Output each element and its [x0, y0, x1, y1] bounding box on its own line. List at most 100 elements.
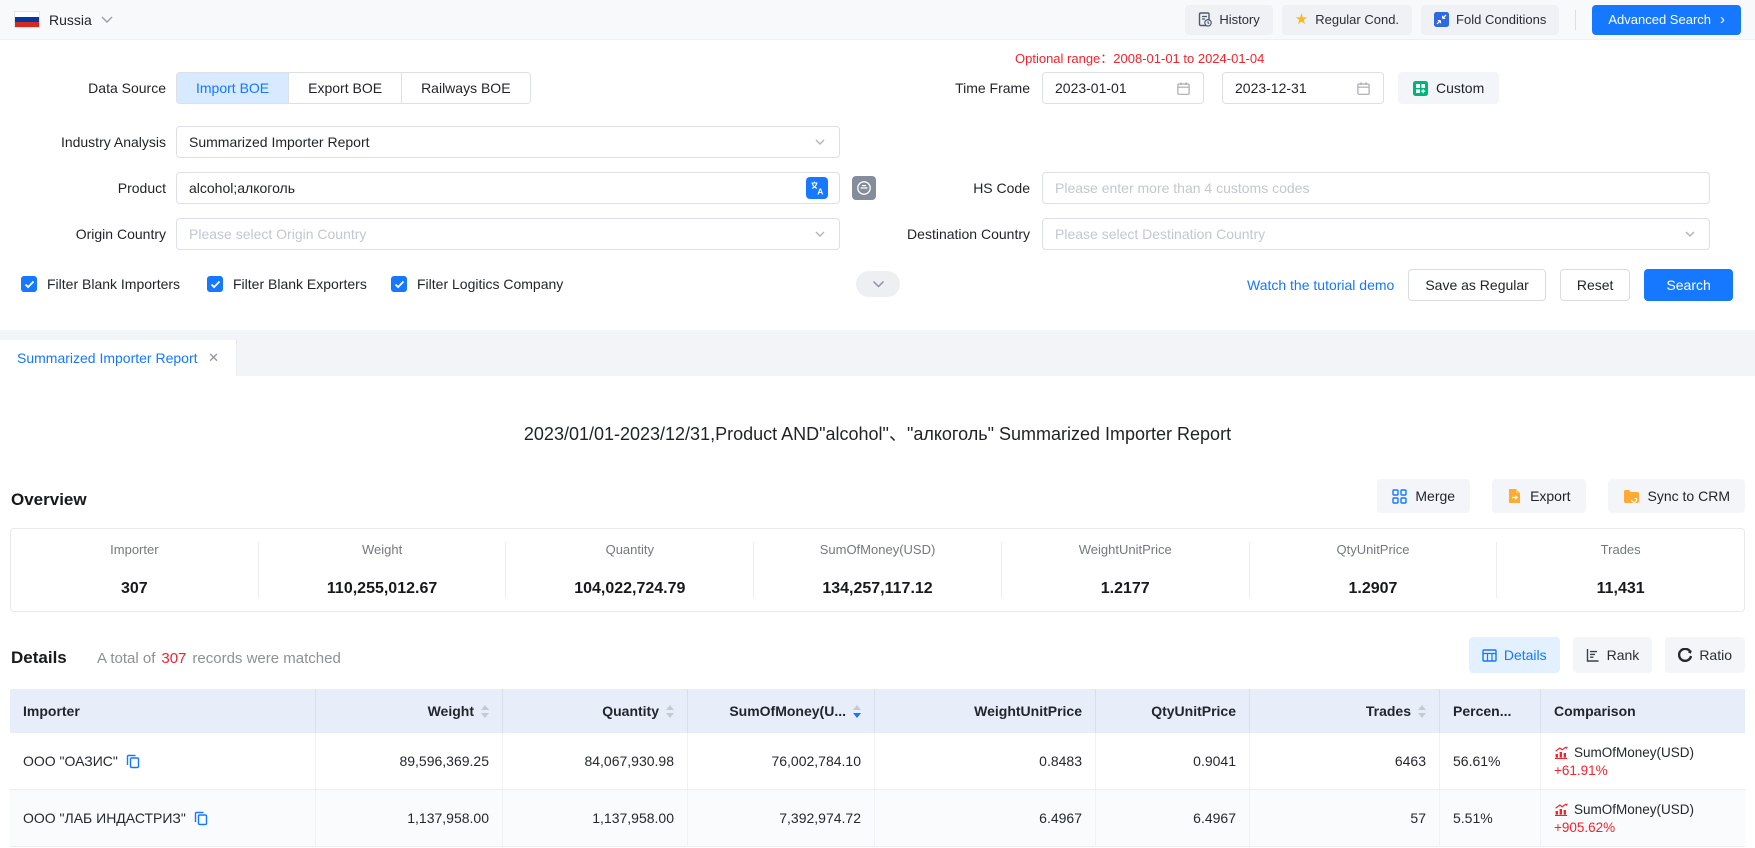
- column-header-trades[interactable]: Trades: [1250, 689, 1440, 733]
- stat-weight: Weight110,255,012.67: [258, 542, 506, 598]
- filter-blank-exporters-checkbox[interactable]: Filter Blank Exporters: [207, 272, 367, 296]
- hs-code-placeholder: Please enter more than 4 customs codes: [1055, 180, 1309, 196]
- hs-code-label: HS Code: [850, 172, 1030, 204]
- stat-quantity: Quantity104,022,724.79: [505, 542, 753, 598]
- hs-code-input[interactable]: Please enter more than 4 customs codes: [1042, 172, 1710, 204]
- custom-icon: [1413, 81, 1428, 96]
- industry-analysis-value: Summarized Importer Report: [189, 134, 370, 150]
- merge-icon: [1392, 489, 1407, 504]
- stat-sum-of-money: SumOfMoney(USD)134,257,117.12: [753, 542, 1001, 598]
- weight-unit-price-cell: 0.8483: [875, 733, 1096, 789]
- advanced-search-label: Advanced Search: [1608, 12, 1711, 27]
- column-header-weight-unit-price: WeightUnitPrice: [875, 689, 1096, 733]
- date-start-input[interactable]: 2023-01-01: [1042, 72, 1204, 104]
- tab-railways-boe[interactable]: Railways BOE: [401, 73, 529, 103]
- view-rank-button[interactable]: Rank: [1573, 637, 1653, 673]
- close-icon[interactable]: ✕: [208, 350, 219, 366]
- export-icon: [1507, 488, 1522, 504]
- save-as-regular-button[interactable]: Save as Regular: [1408, 269, 1546, 301]
- sort-icon[interactable]: [1418, 705, 1426, 718]
- country-name: Russia: [49, 12, 92, 28]
- importer-name[interactable]: ООО "ЛАБ ИНДАСТРИЗ": [23, 810, 186, 826]
- overview-heading: Overview: [11, 490, 87, 510]
- sort-icon-active[interactable]: [853, 705, 861, 718]
- stat-importer: Importer307: [11, 542, 258, 598]
- regular-cond-button[interactable]: ★ Regular Cond.: [1282, 5, 1412, 35]
- translate-icon[interactable]: A: [806, 177, 828, 199]
- search-form: Optional range：2008-01-01 to 2024-01-04 …: [0, 40, 1755, 330]
- importer-name[interactable]: ООО "ОАЗИС": [23, 753, 118, 769]
- date-end-input[interactable]: 2023-12-31: [1222, 72, 1384, 104]
- copy-icon[interactable]: [126, 754, 140, 769]
- custom-label: Custom: [1436, 80, 1484, 96]
- tutorial-link[interactable]: Watch the tutorial demo: [1247, 277, 1394, 293]
- topbar-actions: History ★ Regular Cond. Fold Conditions …: [1185, 5, 1741, 35]
- tab-import-boe[interactable]: Import BOE: [177, 73, 288, 103]
- origin-country-select[interactable]: Please select Origin Country: [176, 218, 840, 250]
- data-source-segmented: Import BOE Export BOE Railways BOE: [176, 72, 531, 104]
- comparison-cell: SumOfMoney(USD) +905.62%: [1541, 790, 1745, 846]
- fold-conditions-button[interactable]: Fold Conditions: [1421, 5, 1559, 35]
- percent-cell: 5.51%: [1440, 790, 1541, 846]
- product-label: Product: [0, 172, 166, 204]
- comparison-metric: SumOfMoney(USD): [1574, 802, 1694, 817]
- column-header-weight[interactable]: Weight: [316, 689, 503, 733]
- merge-button[interactable]: Merge: [1377, 479, 1470, 513]
- industry-analysis-select[interactable]: Summarized Importer Report: [176, 126, 840, 158]
- overview-actions: Merge Export Sync to CRM: [1377, 479, 1745, 513]
- sort-icon[interactable]: [481, 705, 489, 718]
- advanced-search-button[interactable]: Advanced Search ›: [1592, 5, 1741, 35]
- importer-cell[interactable]: ООО "ОАЗИС": [10, 733, 316, 789]
- chevron-right-icon: ›: [1720, 12, 1725, 27]
- view-ratio-label: Ratio: [1699, 647, 1732, 663]
- custom-range-button[interactable]: Custom: [1398, 72, 1499, 104]
- tab-export-boe[interactable]: Export BOE: [288, 73, 401, 103]
- svg-text:A: A: [817, 187, 823, 197]
- stat-trades: Trades11,431: [1496, 542, 1744, 598]
- column-header-quantity[interactable]: Quantity: [503, 689, 688, 733]
- destination-country-select[interactable]: Please select Destination Country: [1042, 218, 1710, 250]
- date-start-value: 2023-01-01: [1055, 80, 1127, 96]
- comparison-metric: SumOfMoney(USD): [1574, 745, 1694, 760]
- view-details-button[interactable]: Details: [1469, 637, 1560, 673]
- stat-weight-unit-price: WeightUnitPrice1.2177: [1001, 542, 1249, 598]
- reset-button[interactable]: Reset: [1560, 269, 1631, 301]
- origin-country-placeholder: Please select Origin Country: [189, 226, 366, 242]
- search-button[interactable]: Search: [1644, 269, 1732, 301]
- product-input[interactable]: alcohol;алкоголь: [176, 172, 840, 204]
- rank-icon: [1586, 648, 1600, 662]
- collapse-conditions-button[interactable]: [856, 271, 900, 297]
- chevron-down-icon: [872, 280, 885, 289]
- history-label: History: [1219, 12, 1259, 27]
- filter-blank-importers-checkbox[interactable]: Filter Blank Importers: [21, 272, 180, 296]
- date-end-value: 2023-12-31: [1235, 80, 1307, 96]
- checkbox-checked-icon: [391, 276, 407, 292]
- topbar: Russia History ★ Regular Cond. Fold Cond…: [0, 0, 1755, 40]
- calendar-icon: [1356, 81, 1371, 96]
- filter-logitics-company-checkbox[interactable]: Filter Logitics Company: [391, 272, 563, 296]
- sort-icon[interactable]: [666, 705, 674, 718]
- column-header-sum-of-money[interactable]: SumOfMoney(U...: [688, 689, 875, 733]
- column-header-qty-unit-price: QtyUnitPrice: [1096, 689, 1250, 733]
- chevron-down-icon: [813, 135, 827, 149]
- importer-cell[interactable]: ООО "ЛАБ ИНДАСТРИЗ": [10, 790, 316, 846]
- sync-to-crm-button[interactable]: Sync to CRM: [1608, 479, 1745, 513]
- overview-stats-card: Importer307 Weight110,255,012.67 Quantit…: [10, 528, 1745, 612]
- copy-icon[interactable]: [194, 811, 208, 826]
- tab-summarized-importer-report[interactable]: Summarized Importer Report ✕: [0, 340, 237, 376]
- qty-unit-price-cell: 6.4967: [1096, 790, 1250, 846]
- table-row: ООО "ЛАБ ИНДАСТРИЗ" 1,137,958.00 1,137,9…: [10, 790, 1745, 847]
- country-selector[interactable]: Russia: [14, 11, 113, 28]
- view-ratio-button[interactable]: Ratio: [1665, 637, 1745, 673]
- sync-crm-icon: [1623, 489, 1640, 504]
- table-row: ООО "ОАЗИС" 89,596,369.25 84,067,930.98 …: [10, 733, 1745, 790]
- export-button[interactable]: Export: [1492, 479, 1585, 513]
- report-title: 2023/01/01-2023/12/31,Product AND"alcoho…: [0, 420, 1755, 446]
- merge-label: Merge: [1415, 488, 1455, 504]
- chevron-down-icon: [101, 16, 113, 24]
- time-frame-label: Time Frame: [850, 72, 1030, 104]
- fold-icon: [1434, 12, 1449, 27]
- checkbox-checked-icon: [21, 276, 37, 292]
- calendar-icon: [1176, 81, 1191, 96]
- history-button[interactable]: History: [1185, 5, 1272, 35]
